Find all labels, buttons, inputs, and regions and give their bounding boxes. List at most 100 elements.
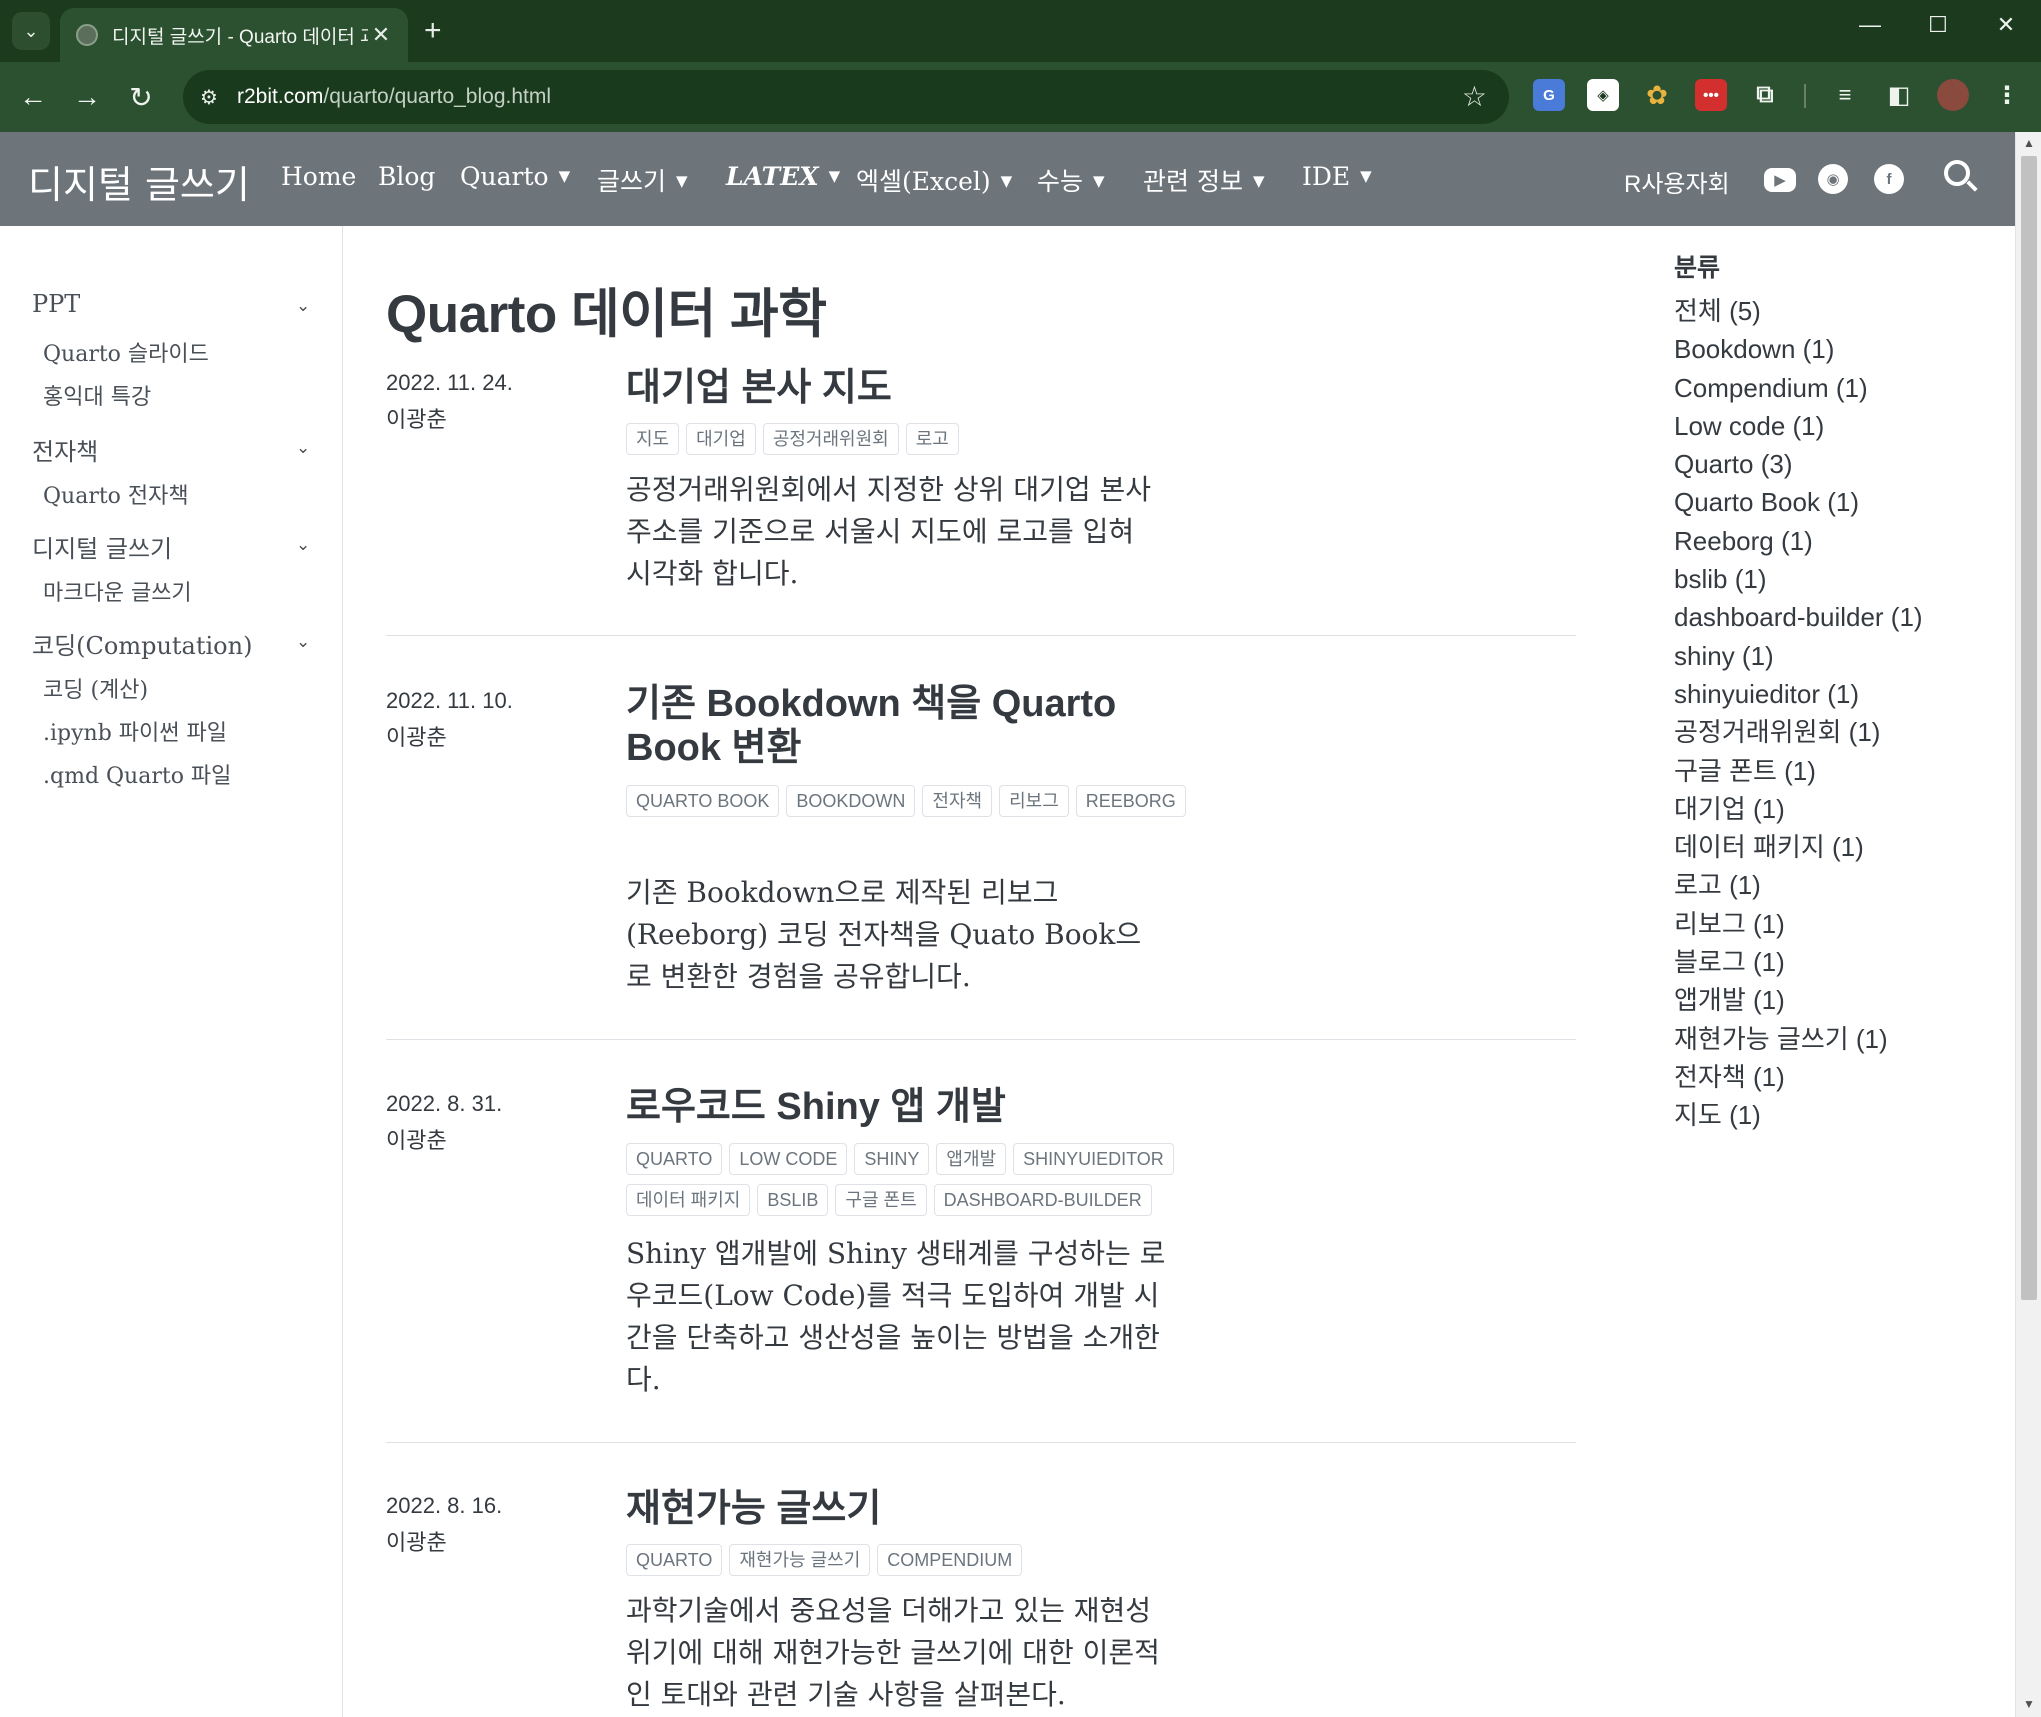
category-item[interactable]: Bookdown (1): [1674, 330, 1923, 368]
sidebar-item-quarto-ebook[interactable]: Quarto 전자책: [43, 478, 189, 510]
chevron-down-icon[interactable]: ⌄: [296, 632, 310, 652]
tag-chip[interactable]: 로고: [905, 423, 959, 455]
tag-chip[interactable]: 대기업: [686, 423, 756, 455]
address-bar[interactable]: ⚙ r2bit.com/quarto/quarto_blog.html ☆: [183, 70, 1509, 124]
perplexity-icon[interactable]: ◈: [1587, 79, 1619, 111]
browser-menu-icon[interactable]: ⋮: [1991, 79, 2023, 111]
category-item[interactable]: 전자책 (1): [1674, 1058, 1923, 1096]
sidebar-item-markdown-writing[interactable]: 마크다운 글쓰기: [43, 575, 192, 607]
sidebar-item-coding-compute[interactable]: 코딩 (계산): [43, 672, 148, 704]
tag-chip[interactable]: COMPENDIUM: [877, 1544, 1023, 1576]
tag-chip[interactable]: QUARTO BOOK: [626, 785, 780, 817]
tag-chip[interactable]: 지도: [626, 423, 680, 455]
google-translate-icon[interactable]: G: [1533, 79, 1565, 111]
forward-button[interactable]: →: [68, 78, 106, 116]
profile-avatar[interactable]: [1937, 79, 1969, 111]
nav-suneung[interactable]: 수능 ▼: [1037, 162, 1105, 198]
side-panel-icon[interactable]: ◧: [1883, 79, 1915, 111]
category-item[interactable]: 공정거래위원회 (1): [1674, 713, 1923, 751]
media-control-icon[interactable]: ≡: [1829, 79, 1861, 111]
nav-related-info[interactable]: 관련 정보 ▼: [1143, 162, 1265, 198]
sidebar-item-qmd[interactable]: .qmd Quarto 파일: [43, 758, 231, 790]
scroll-thumb[interactable]: [2021, 156, 2037, 1300]
category-item[interactable]: 구글 폰트 (1): [1674, 752, 1923, 790]
site-brand[interactable]: 디지털 글쓰기: [28, 154, 250, 209]
github-icon[interactable]: ◉: [1818, 164, 1848, 194]
sidebar-item-hongik-lecture[interactable]: 홍익대 특강: [43, 379, 151, 411]
category-item[interactable]: 재현가능 글쓰기 (1): [1674, 1020, 1923, 1058]
url-text[interactable]: r2bit.com/quarto/quarto_blog.html: [237, 85, 551, 109]
tag-chip[interactable]: 앱개발: [936, 1143, 1007, 1175]
nav-blog[interactable]: Blog: [378, 162, 435, 191]
sidebar-item-ipynb[interactable]: .ipynb 파이썬 파일: [43, 715, 227, 747]
tag-chip[interactable]: SHINYUIEDITOR: [1013, 1143, 1174, 1175]
category-item[interactable]: 지도 (1): [1674, 1096, 1923, 1134]
category-item[interactable]: 데이터 패키지 (1): [1674, 828, 1923, 866]
site-info-icon[interactable]: ⚙: [191, 79, 227, 115]
back-button[interactable]: ←: [14, 78, 52, 116]
category-item[interactable]: Reeborg (1): [1674, 522, 1923, 560]
tab-search-button[interactable]: ⌄: [12, 12, 50, 50]
category-item[interactable]: Quarto Book (1): [1674, 483, 1923, 521]
tag-chip[interactable]: DASHBOARD-BUILDER: [933, 1184, 1152, 1216]
nav-home[interactable]: Home: [281, 162, 356, 191]
sidebar-section-ppt[interactable]: PPT: [32, 290, 80, 318]
maximize-button[interactable]: ☐: [1918, 12, 1958, 38]
nav-writing[interactable]: 글쓰기 ▼: [597, 162, 688, 198]
tag-chip[interactable]: LOW CODE: [729, 1143, 848, 1175]
chevron-down-icon[interactable]: ⌄: [296, 296, 310, 316]
search-icon[interactable]: [1942, 158, 1978, 194]
scroll-down-icon[interactable]: ▼: [2023, 1697, 2035, 1711]
tag-chip[interactable]: 전자책: [922, 785, 993, 817]
sidebar-section-ebook[interactable]: 전자책: [32, 432, 98, 467]
reload-button[interactable]: ↻: [122, 78, 160, 116]
category-item[interactable]: dashboard-builder (1): [1674, 598, 1923, 636]
tag-chip[interactable]: BSLIB: [757, 1184, 829, 1216]
facebook-icon[interactable]: f: [1874, 164, 1904, 194]
close-tab-icon[interactable]: ✕: [368, 22, 394, 48]
category-item[interactable]: Quarto (3): [1674, 445, 1923, 483]
post-title[interactable]: 대기업 본사 지도: [626, 366, 1186, 410]
category-item[interactable]: shiny (1): [1674, 637, 1923, 675]
nav-quarto[interactable]: Quarto ▼: [460, 162, 570, 191]
tag-chip[interactable]: BOOKDOWN: [786, 785, 916, 817]
category-item[interactable]: Compendium (1): [1674, 369, 1923, 407]
category-item[interactable]: 앱개발 (1): [1674, 981, 1923, 1019]
chevron-down-icon[interactable]: ⌄: [296, 535, 310, 555]
tag-chip[interactable]: 공정거래위원회: [762, 423, 899, 455]
browser-tab-active[interactable]: 디지털 글쓰기 - Quarto 데이터 과학 ✕: [60, 8, 408, 62]
close-window-button[interactable]: ✕: [1986, 12, 2026, 38]
category-item[interactable]: Low code (1): [1674, 407, 1923, 445]
nav-ide[interactable]: IDE ▼: [1302, 162, 1372, 191]
category-item[interactable]: 블로그 (1): [1674, 943, 1923, 981]
tag-chip[interactable]: REEBORG: [1075, 785, 1186, 817]
tag-chip[interactable]: 구글 폰트: [835, 1184, 927, 1216]
post-title[interactable]: 기존 Bookdown 책을 Quarto Book 변환: [626, 682, 1186, 770]
category-item[interactable]: 리보그 (1): [1674, 905, 1923, 943]
new-tab-button[interactable]: +: [424, 14, 442, 48]
nav-latex[interactable]: LATEX ▼: [726, 162, 840, 191]
category-item[interactable]: 로고 (1): [1674, 866, 1923, 904]
tag-chip[interactable]: QUARTO: [626, 1143, 723, 1175]
minimize-button[interactable]: —: [1850, 12, 1890, 38]
scroll-up-icon[interactable]: ▲: [2023, 136, 2035, 150]
nav-excel[interactable]: 엑셀(Excel) ▼: [856, 162, 1012, 198]
color-picker-icon[interactable]: ✿: [1641, 79, 1673, 111]
post-title[interactable]: 재현가능 글쓰기: [626, 1487, 1186, 1531]
category-item[interactable]: 대기업 (1): [1674, 790, 1923, 828]
lastpass-icon[interactable]: •••: [1695, 79, 1727, 111]
sidebar-item-quarto-slides[interactable]: Quarto 슬라이드: [43, 336, 209, 368]
sidebar-section-coding[interactable]: 코딩(Computation): [32, 626, 252, 661]
tag-chip[interactable]: 리보그: [999, 785, 1069, 817]
category-item[interactable]: shinyuieditor (1): [1674, 675, 1923, 713]
category-item[interactable]: bslib (1): [1674, 560, 1923, 598]
tag-chip[interactable]: SHINY: [854, 1143, 930, 1175]
nav-r-user-group[interactable]: R사용자회: [1624, 164, 1730, 199]
extensions-puzzle-icon[interactable]: ⧉: [1749, 79, 1781, 111]
sidebar-section-digital-writing[interactable]: 디지털 글쓰기: [32, 529, 172, 564]
bookmark-star-icon[interactable]: ☆: [1462, 80, 1487, 113]
post-title[interactable]: 로우코드 Shiny 앱 개발: [626, 1085, 1186, 1129]
chevron-down-icon[interactable]: ⌄: [296, 438, 310, 458]
category-item[interactable]: 전체 (5): [1674, 292, 1923, 330]
tag-chip[interactable]: 데이터 패키지: [626, 1184, 751, 1216]
